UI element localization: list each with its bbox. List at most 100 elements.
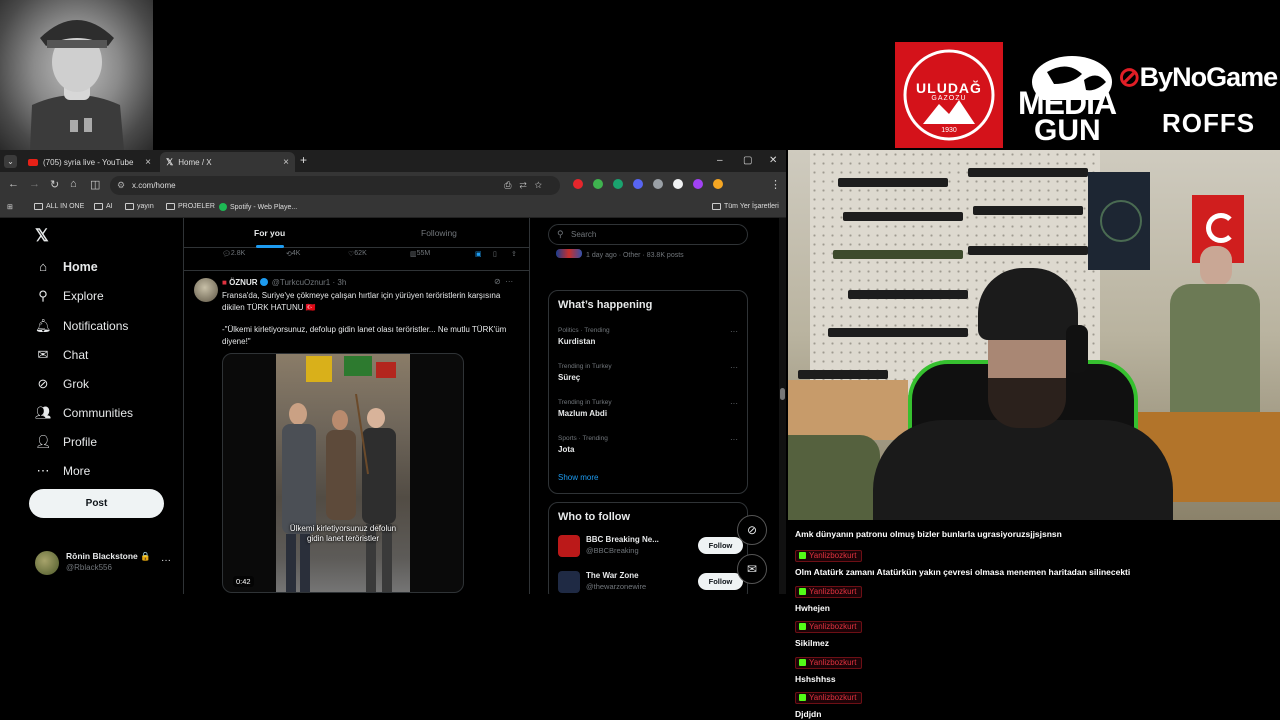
tweet-time[interactable]: · 3h — [333, 278, 347, 287]
tweet-tools: ⊘ ··· — [494, 277, 513, 286]
more-icon[interactable]: ··· — [730, 363, 738, 372]
more-icon[interactable]: ··· — [730, 435, 738, 444]
extension-icon[interactable] — [653, 179, 663, 189]
chat-username[interactable]: Yanlizbozkurt — [795, 585, 863, 598]
bookmark-icon[interactable]: ▣ — [475, 250, 482, 258]
bookmark-label: Tüm Yer İşaretleri — [724, 203, 779, 210]
follow-button[interactable]: Follow — [698, 573, 743, 590]
messages-float-button[interactable]: ✉ — [737, 554, 767, 584]
tab-search-button[interactable]: ⌄ — [4, 155, 17, 168]
menu-icon[interactable]: ⋮ — [770, 178, 781, 191]
nav-explore[interactable]: ⚲ Explore — [35, 288, 103, 304]
extension-icon[interactable] — [593, 179, 603, 189]
apps-icon[interactable]: ⊞ — [7, 203, 13, 211]
forward-button[interactable]: → — [29, 178, 40, 190]
maximize-button[interactable]: ▢ — [743, 155, 752, 166]
extension-icon[interactable] — [673, 179, 683, 189]
nav-notifications[interactable]: 🔔︎ Notifications — [35, 318, 128, 334]
avatar[interactable] — [194, 278, 218, 302]
chat-username[interactable]: Yanlizbozkurt — [795, 620, 863, 633]
show-more-link[interactable]: Show more — [558, 473, 598, 482]
streamer-body — [873, 420, 1173, 520]
grok-icon[interactable]: ⊘ — [494, 277, 501, 286]
reply-button[interactable]: 💬︎ 2.8K — [222, 250, 245, 258]
split-view-button[interactable]: ◫ — [90, 178, 100, 191]
tab-following[interactable]: Following — [421, 228, 457, 238]
scrollbar-thumb[interactable] — [780, 388, 785, 400]
bell-icon: 🔔︎ — [35, 318, 52, 333]
chat-username[interactable]: Yanlizbozkurt — [795, 549, 863, 562]
partial-trend-row[interactable]: 1 day ago · Other · 83.8K posts — [556, 249, 684, 259]
tab-for-you[interactable]: For you — [254, 228, 285, 248]
bookmark-spotify[interactable]: Spotify - Web Playe... — [219, 203, 297, 211]
extension-icon[interactable] — [573, 179, 583, 189]
close-tab-icon[interactable]: × — [145, 157, 151, 168]
verified-icon — [259, 278, 268, 286]
nav-communities[interactable]: 👥︎ Communities — [35, 405, 133, 421]
extension-icon[interactable] — [713, 179, 723, 189]
account-switcher[interactable]: Rōnin Blackstone 🔒 @Rblack556 ··· — [35, 549, 175, 579]
all-bookmarks[interactable]: Tüm Yer İşaretleri — [712, 203, 779, 210]
uludag-name: ULUDAĞ — [916, 80, 982, 96]
nav-profile[interactable]: 👤︎ Profile — [35, 434, 97, 450]
flag-icon: ■ — [222, 278, 230, 287]
more-icon[interactable]: ··· — [505, 277, 513, 286]
chat-username[interactable]: Yanlizbozkurt — [795, 691, 863, 704]
share-icon[interactable]: ⇪ — [511, 250, 517, 258]
search-input[interactable]: ⚲ Search — [548, 224, 748, 245]
extension-icon[interactable] — [693, 179, 703, 189]
bookmark-all-in-one[interactable]: ALL IN ONE — [34, 203, 84, 210]
video-player[interactable]: Ülkemi kirletiyorsunuz defolun gidin lan… — [222, 353, 464, 593]
trend-item[interactable]: Trending in Turkey Süreç ··· — [558, 363, 738, 382]
trend-item[interactable]: Trending in Turkey Mazlum Abdi ··· — [558, 399, 738, 418]
address-bar-actions[interactable]: ⎙⇄☆ — [504, 176, 550, 195]
avatar — [35, 551, 59, 575]
like-button[interactable]: ♡ 62K — [348, 250, 367, 258]
more-icon[interactable]: ··· — [161, 555, 171, 566]
home-button[interactable]: ⌂ — [70, 178, 77, 190]
chat-text: Hshshhss — [795, 674, 836, 684]
close-tab-icon[interactable]: × — [283, 157, 289, 168]
trend-name: Jota — [558, 445, 575, 454]
post-button[interactable]: Post — [29, 489, 164, 518]
tab-x-home[interactable]: 𝕏 Home / X × — [160, 152, 295, 172]
grok-float-button[interactable]: ⊘ — [737, 515, 767, 545]
bookmark-outline-icon[interactable]: ▯ — [493, 250, 497, 258]
more-icon[interactable]: ··· — [730, 327, 738, 336]
views-button[interactable]: ▥ 55M — [410, 250, 430, 258]
follow-suggestion[interactable]: BBC Breaking Ne... @BBCBreaking Follow — [558, 533, 744, 559]
bookmark-projeler[interactable]: PROJELER — [166, 203, 215, 210]
trend-item[interactable]: Sports · Trending Jota ··· — [558, 435, 738, 454]
reload-button[interactable]: ↻ — [50, 178, 59, 191]
repost-button[interactable]: ⟲ 4K — [286, 250, 300, 258]
back-button[interactable]: ← — [8, 178, 19, 190]
nav-more[interactable]: ⋯ More — [35, 463, 91, 479]
tweet-author-name[interactable]: ÖZNUR — [229, 278, 257, 287]
reply-count: 2.8K — [230, 250, 246, 257]
follow-button[interactable]: Follow — [698, 537, 743, 554]
tweet[interactable]: ■ ÖZNUR @TurkcuOznur1 · 3h ⊘ ··· Fransa'… — [184, 270, 530, 594]
tweet-author-handle[interactable]: @TurkcuOznur1 — [272, 278, 331, 287]
chat-text: Olm Atatürk zamanı Atatürkün yakın çevre… — [795, 567, 1131, 577]
address-bar[interactable]: ⚙ x.com/home ⎙⇄☆ — [110, 176, 560, 195]
bookmark-yayin[interactable]: yayın — [125, 203, 154, 210]
nav-home[interactable]: ⌂ Home — [35, 259, 98, 274]
new-tab-button[interactable]: + — [300, 153, 307, 167]
tab-youtube[interactable]: (705) syria live - YouTube × — [22, 152, 157, 172]
minimize-button[interactable]: – — [717, 155, 723, 166]
close-window-button[interactable]: ✕ — [769, 155, 777, 166]
chat-username[interactable]: Yanlizbozkurt — [795, 656, 863, 669]
x-logo-icon[interactable]: 𝕏 — [35, 226, 49, 246]
grok-icon: ⊘ — [37, 376, 49, 391]
extension-icon[interactable] — [633, 179, 643, 189]
site-info-icon[interactable]: ⚙ — [117, 176, 125, 195]
nav-grok[interactable]: ⊘ Grok — [35, 376, 89, 392]
scrollbar[interactable] — [779, 218, 786, 594]
extension-icon[interactable] — [613, 179, 623, 189]
follow-suggestion[interactable]: The War Zone @thewarzonewire Follow — [558, 569, 744, 594]
nav-chat[interactable]: ✉ Chat — [35, 347, 89, 363]
mediagun-line2: GUN — [1034, 114, 1101, 147]
more-icon[interactable]: ··· — [730, 399, 738, 408]
bookmark-ai[interactable]: AI — [94, 203, 113, 210]
trend-item[interactable]: Politics · Trending Kurdistan ··· — [558, 327, 738, 346]
